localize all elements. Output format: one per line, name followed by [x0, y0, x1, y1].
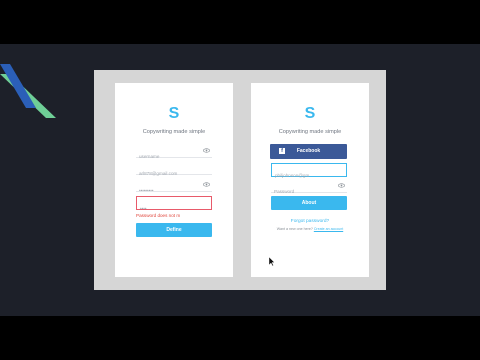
video-letterbox-bottom [0, 316, 480, 360]
signup-card: S Copywriting made simple Password does … [115, 83, 233, 277]
define-button[interactable]: Define [136, 223, 212, 237]
email-input[interactable] [136, 167, 202, 180]
eye-icon[interactable] [203, 148, 210, 153]
create-account-link[interactable]: Create an account [314, 227, 343, 231]
mouse-cursor-icon [269, 257, 275, 266]
email-field[interactable] [136, 162, 212, 180]
password-field[interactable] [271, 180, 347, 198]
signup-prompt: Want a new one here? Create an account [251, 227, 369, 231]
facebook-button-label: Facebook [296, 148, 321, 154]
about-button[interactable]: About [271, 196, 347, 210]
facebook-icon: f [279, 148, 285, 154]
password-field[interactable] [136, 179, 212, 197]
tagline: Copywriting made simple [142, 129, 206, 135]
video-letterbox-top [0, 0, 480, 44]
facebook-login-button[interactable]: f Facebook [270, 144, 347, 159]
email-field[interactable] [271, 163, 347, 182]
logo-icon: S [304, 105, 316, 122]
login-card: S Copywriting made simple f Facebook Abo… [251, 83, 369, 277]
tagline: Copywriting made simple [278, 129, 342, 135]
password-error-message: Password does not m [136, 213, 181, 218]
decorative-stripes [0, 64, 56, 118]
eye-icon[interactable] [338, 183, 345, 188]
username-input[interactable] [136, 150, 202, 163]
confirm-password-field[interactable] [136, 196, 212, 215]
username-field[interactable] [136, 145, 212, 163]
signup-prefix: Want a new one here? [276, 227, 313, 231]
logo-icon: S [168, 105, 180, 122]
password-input[interactable] [136, 184, 202, 197]
forgot-password-link[interactable]: Forgot password? [251, 219, 369, 224]
eye-icon[interactable] [203, 182, 210, 187]
